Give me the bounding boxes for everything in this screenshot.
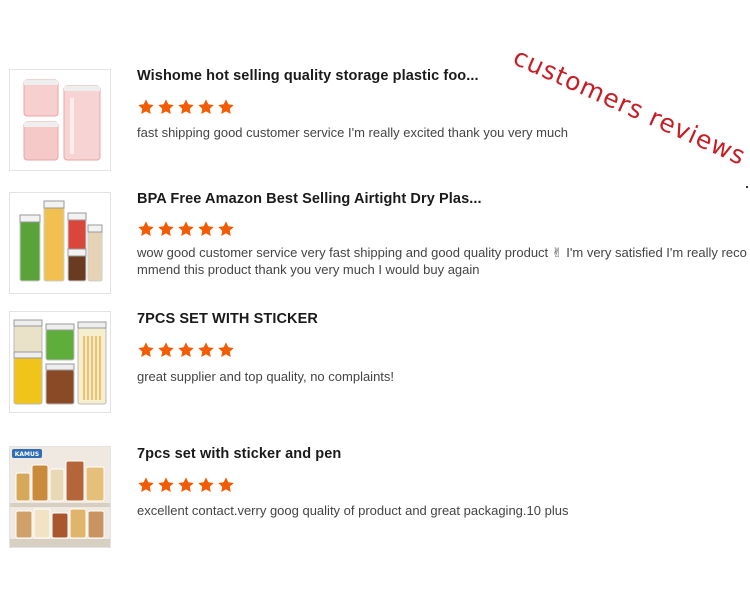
review-product-title[interactable]: 7PCS SET WITH STICKER	[137, 311, 318, 327]
review-text: fast shipping good customer service I'm …	[137, 125, 568, 140]
pink-food-containers-image	[10, 70, 110, 170]
star-icon	[217, 220, 235, 238]
star-icon	[157, 341, 175, 359]
star-icon	[157, 476, 175, 494]
product-thumbnail[interactable]	[9, 69, 111, 171]
star-icon	[177, 220, 195, 238]
review-product-title[interactable]: BPA Free Amazon Best Selling Airtight Dr…	[137, 191, 482, 207]
star-icon	[137, 341, 155, 359]
product-thumbnail[interactable]	[9, 192, 111, 294]
star-rating	[137, 341, 235, 359]
star-icon	[137, 98, 155, 116]
product-thumbnail[interactable]: KAMUS	[9, 446, 111, 548]
star-icon	[137, 476, 155, 494]
star-rating	[137, 476, 235, 494]
star-icon	[197, 341, 215, 359]
review-text: wow good customer service very fast ship…	[137, 245, 747, 277]
star-rating	[137, 98, 235, 116]
review-product-title[interactable]: 7pcs set with sticker and pen	[137, 446, 341, 462]
seven-piece-set-image	[10, 312, 110, 412]
star-icon	[197, 98, 215, 116]
star-icon	[197, 220, 215, 238]
star-icon	[197, 476, 215, 494]
airtight-containers-image	[10, 193, 110, 293]
star-icon	[137, 220, 155, 238]
star-icon	[177, 341, 195, 359]
brand-logo-text: KAMUS	[15, 451, 39, 458]
star-icon	[177, 476, 195, 494]
star-icon	[217, 98, 235, 116]
review-text: excellent contact.verry goog quality of …	[137, 503, 569, 518]
reviews-page: customers reviews Wishome hot selling qu…	[0, 0, 750, 600]
kitchen-shelf-containers-image: KAMUS	[10, 447, 110, 547]
star-icon	[217, 341, 235, 359]
customers-reviews-stamp: customers reviews	[509, 42, 750, 171]
star-icon	[157, 98, 175, 116]
star-rating	[137, 220, 235, 238]
review-text: great supplier and top quality, no compl…	[137, 369, 395, 384]
product-thumbnail[interactable]	[9, 311, 111, 413]
edge-mark	[746, 186, 748, 188]
star-icon	[157, 220, 175, 238]
star-icon	[177, 98, 195, 116]
star-icon	[217, 476, 235, 494]
review-product-title[interactable]: Wishome hot selling quality storage plas…	[137, 68, 479, 84]
